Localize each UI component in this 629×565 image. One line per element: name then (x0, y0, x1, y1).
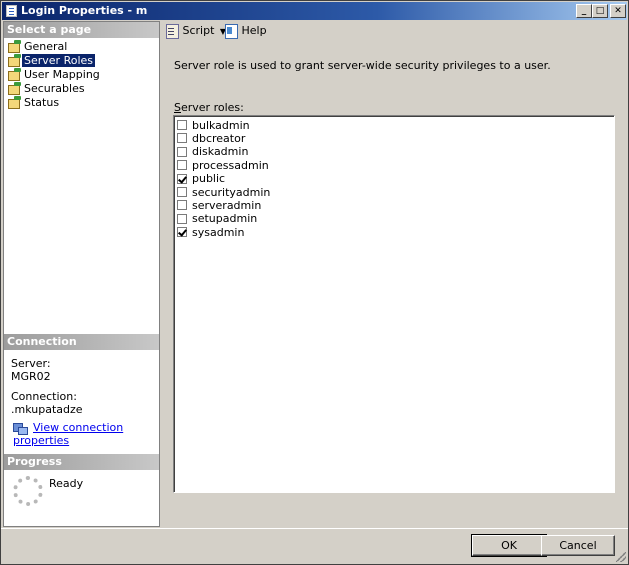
page-item-label: User Mapping (24, 67, 100, 81)
role-name: securityadmin (192, 185, 271, 199)
left-pane: Select a page General Server Roles User Ma… (3, 21, 160, 527)
ok-button[interactable]: OK (471, 534, 547, 557)
page-item-label: Server Roles (22, 53, 96, 67)
connection-header: Connection (4, 334, 159, 350)
server-roles-list[interactable]: bulkadmin dbcreator diskadmin processadmin p… (173, 115, 615, 493)
select-page-header: Select a page (4, 22, 159, 38)
role-row-public[interactable]: public (177, 172, 225, 185)
help-button[interactable]: Help (224, 24, 267, 40)
page-item-label: Status (24, 95, 60, 109)
cancel-button[interactable]: Cancel (541, 535, 615, 556)
role-row-sysadmin[interactable]: sysadmin (177, 225, 245, 239)
progress-header: Progress (4, 454, 159, 470)
page-item-server-roles[interactable]: Server Roles (8, 53, 96, 67)
connection-label: Connection: (11, 390, 77, 403)
server-roles-label: Server roles: (174, 101, 244, 114)
role-row-dbcreator[interactable]: dbcreator (177, 131, 246, 145)
role-checkbox[interactable] (177, 200, 187, 211)
role-row-securityadmin[interactable]: securityadmin (177, 185, 271, 199)
page-icon (8, 54, 22, 67)
role-checkbox[interactable] (177, 160, 187, 171)
server-roles-page: Server role is used to grant server-wide… (162, 43, 628, 527)
page-icon (8, 96, 22, 109)
view-connection-properties-link[interactable]: View connection properties (13, 421, 159, 447)
server-value: MGR02 (11, 370, 51, 383)
window-title: Login Properties - m (21, 4, 148, 17)
page-item-securables[interactable]: Securables (8, 81, 87, 95)
role-row-bulkadmin[interactable]: bulkadmin (177, 118, 250, 132)
toolbar: Script ▼ Help (162, 21, 628, 43)
progress-status: Ready (49, 477, 84, 490)
page-icon (8, 40, 22, 53)
role-checkbox[interactable] (177, 133, 187, 144)
resize-grip-icon[interactable] (616, 552, 626, 562)
role-name: public (192, 172, 226, 186)
role-checkbox[interactable] (177, 227, 187, 238)
close-button[interactable]: ✕ (610, 4, 626, 18)
role-row-setupadmin[interactable]: setupadmin (177, 212, 257, 225)
role-name: sysadmin (192, 225, 245, 239)
role-checkbox[interactable] (177, 187, 187, 197)
page-item-general[interactable]: General (8, 39, 69, 53)
role-checkbox[interactable] (177, 146, 187, 157)
page-icon (8, 68, 22, 81)
page-item-label: General (24, 39, 68, 53)
role-row-processadmin[interactable]: processadmin (177, 158, 269, 172)
server-label: Server: (11, 357, 51, 370)
page-description: Server role is used to grant server-wide… (174, 59, 551, 72)
view-connection-properties-text[interactable]: View connection properties (13, 421, 123, 447)
script-icon (165, 24, 179, 39)
role-name: diskadmin (192, 145, 249, 159)
role-name: bulkadmin (192, 118, 250, 132)
connection-value: .mkupatadze (11, 403, 83, 416)
role-name: setupadmin (192, 212, 258, 226)
login-properties-window: Login Properties - m _ □ ✕ Select a page… (0, 0, 629, 565)
script-label: Script (182, 24, 215, 37)
role-checkbox[interactable] (177, 173, 187, 184)
window-icon (6, 5, 17, 17)
dialog-button-bar: OK Cancel (1, 528, 628, 564)
role-name: processadmin (192, 158, 269, 172)
help-label: Help (241, 24, 267, 37)
page-item-user-mapping[interactable]: User Mapping (8, 67, 102, 81)
role-row-diskadmin[interactable]: diskadmin (177, 145, 248, 158)
connection-properties-icon (13, 422, 28, 435)
role-checkbox[interactable] (177, 120, 187, 130)
page-icon (8, 82, 22, 95)
role-name: serveradmin (192, 198, 262, 212)
progress-spinner-icon (13, 476, 43, 506)
script-button[interactable]: Script ▼ (165, 24, 228, 40)
role-row-serveradmin[interactable]: serveradmin (177, 198, 262, 212)
minimize-button[interactable]: _ (576, 4, 592, 18)
maximize-button[interactable]: □ (592, 4, 608, 18)
role-checkbox[interactable] (177, 213, 187, 224)
page-item-label: Securables (24, 81, 85, 95)
help-icon (224, 24, 238, 39)
page-item-status[interactable]: Status (8, 95, 61, 109)
role-name: dbcreator (192, 131, 246, 145)
title-bar[interactable]: Login Properties - m _ □ ✕ (2, 2, 627, 20)
